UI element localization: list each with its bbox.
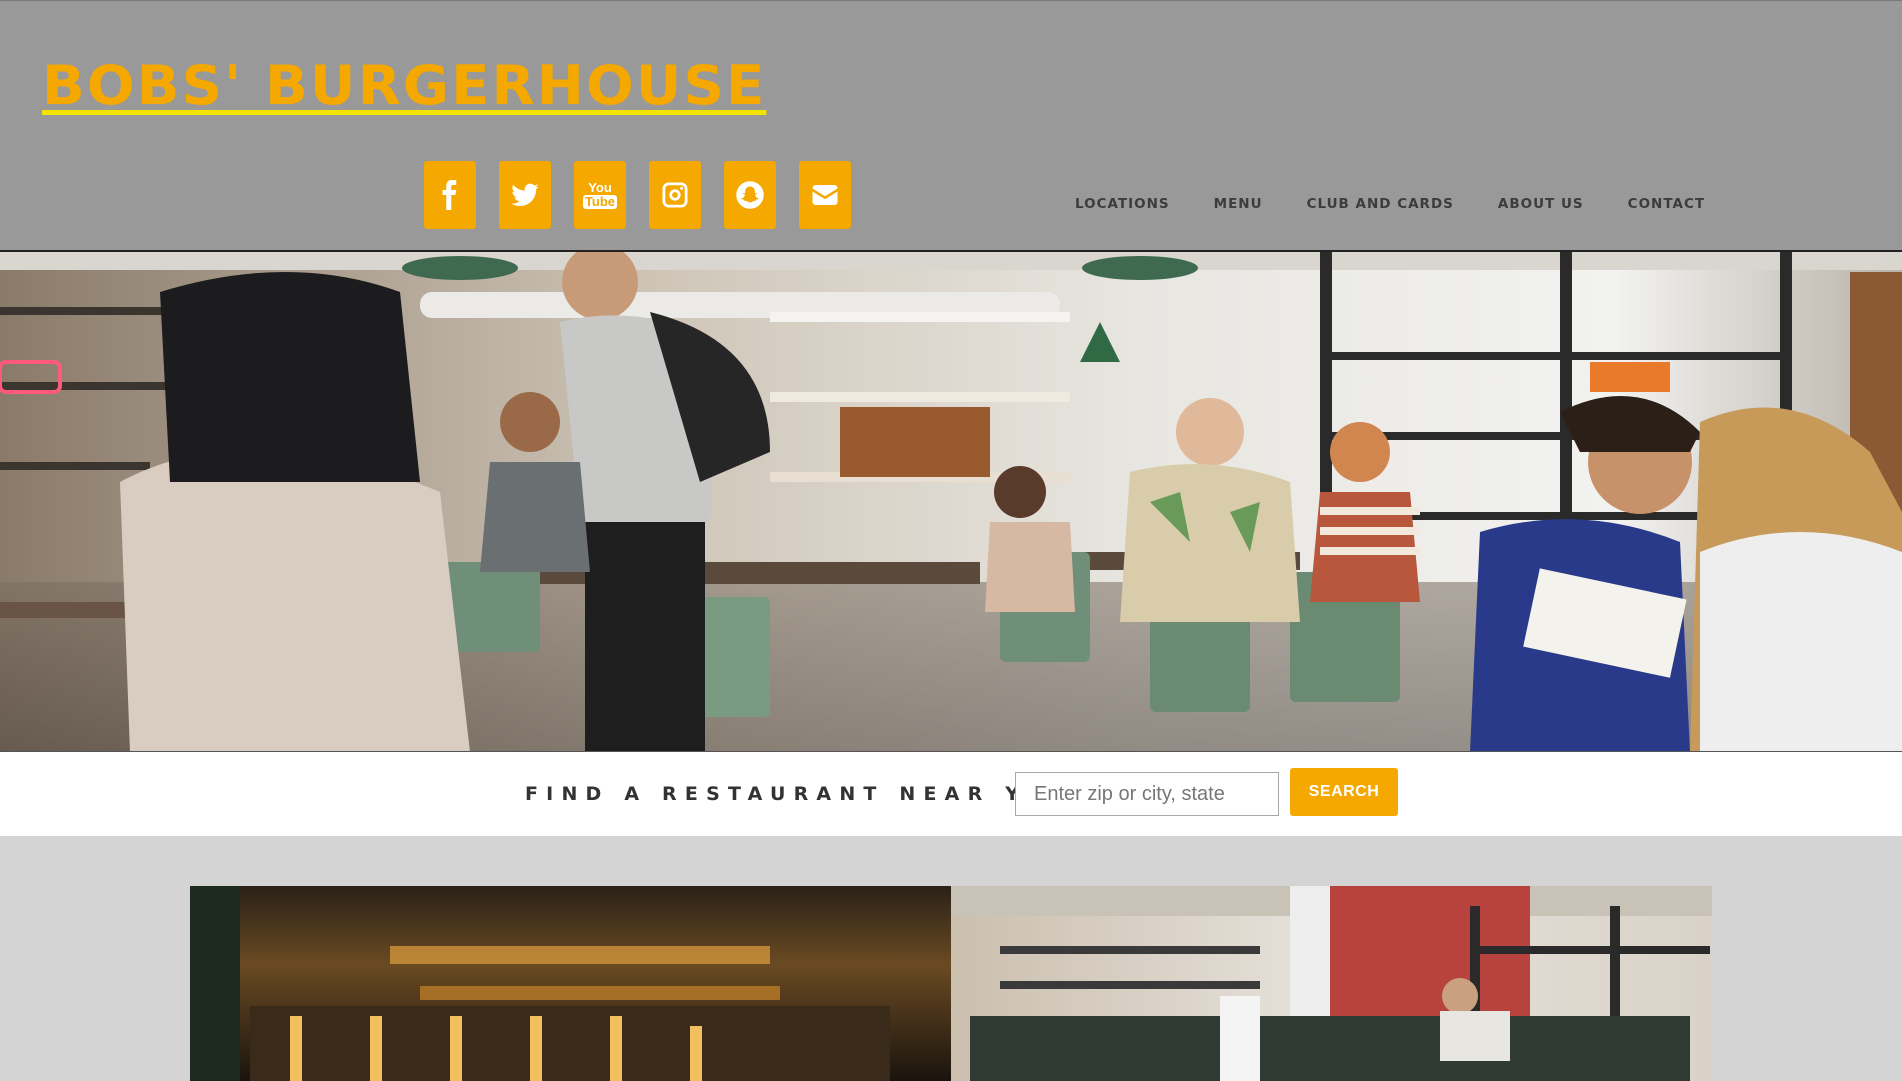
nav-menu[interactable]: Menu bbox=[1214, 196, 1263, 212]
location-search-input[interactable] bbox=[1015, 772, 1279, 816]
search-button[interactable]: Search bbox=[1290, 768, 1398, 816]
site-header: Bobs' Burgerhouse You Tube Locations Men… bbox=[0, 0, 1902, 250]
hero-image bbox=[0, 250, 1902, 752]
social-links: You Tube bbox=[424, 161, 851, 229]
youtube-icon: You Tube bbox=[582, 180, 618, 209]
email-icon bbox=[812, 185, 838, 205]
email-button[interactable] bbox=[799, 161, 851, 229]
instagram-button[interactable] bbox=[649, 161, 701, 229]
nav-contact[interactable]: Contact bbox=[1628, 196, 1705, 212]
gallery-photos bbox=[190, 886, 1712, 1081]
nav-club-and-cards[interactable]: Club and Cards bbox=[1307, 196, 1454, 212]
snapchat-button[interactable] bbox=[724, 161, 776, 229]
restaurant-gallery bbox=[190, 886, 1712, 1081]
facebook-icon bbox=[442, 180, 457, 210]
twitter-button[interactable] bbox=[499, 161, 551, 229]
nav-about-us[interactable]: About Us bbox=[1498, 196, 1584, 212]
twitter-icon bbox=[511, 183, 539, 207]
instagram-icon bbox=[662, 182, 688, 208]
search-label: Find a restaurant near you: bbox=[525, 783, 1091, 805]
youtube-button[interactable]: You Tube bbox=[574, 161, 626, 229]
restaurant-interior-photo bbox=[0, 252, 1902, 751]
nav-locations[interactable]: Locations bbox=[1075, 196, 1170, 212]
site-logo[interactable]: Bobs' Burgerhouse bbox=[42, 59, 766, 113]
facebook-button[interactable] bbox=[424, 161, 476, 229]
snapchat-icon bbox=[736, 181, 764, 209]
main-nav: Locations Menu Club and Cards About Us C… bbox=[1075, 196, 1705, 212]
